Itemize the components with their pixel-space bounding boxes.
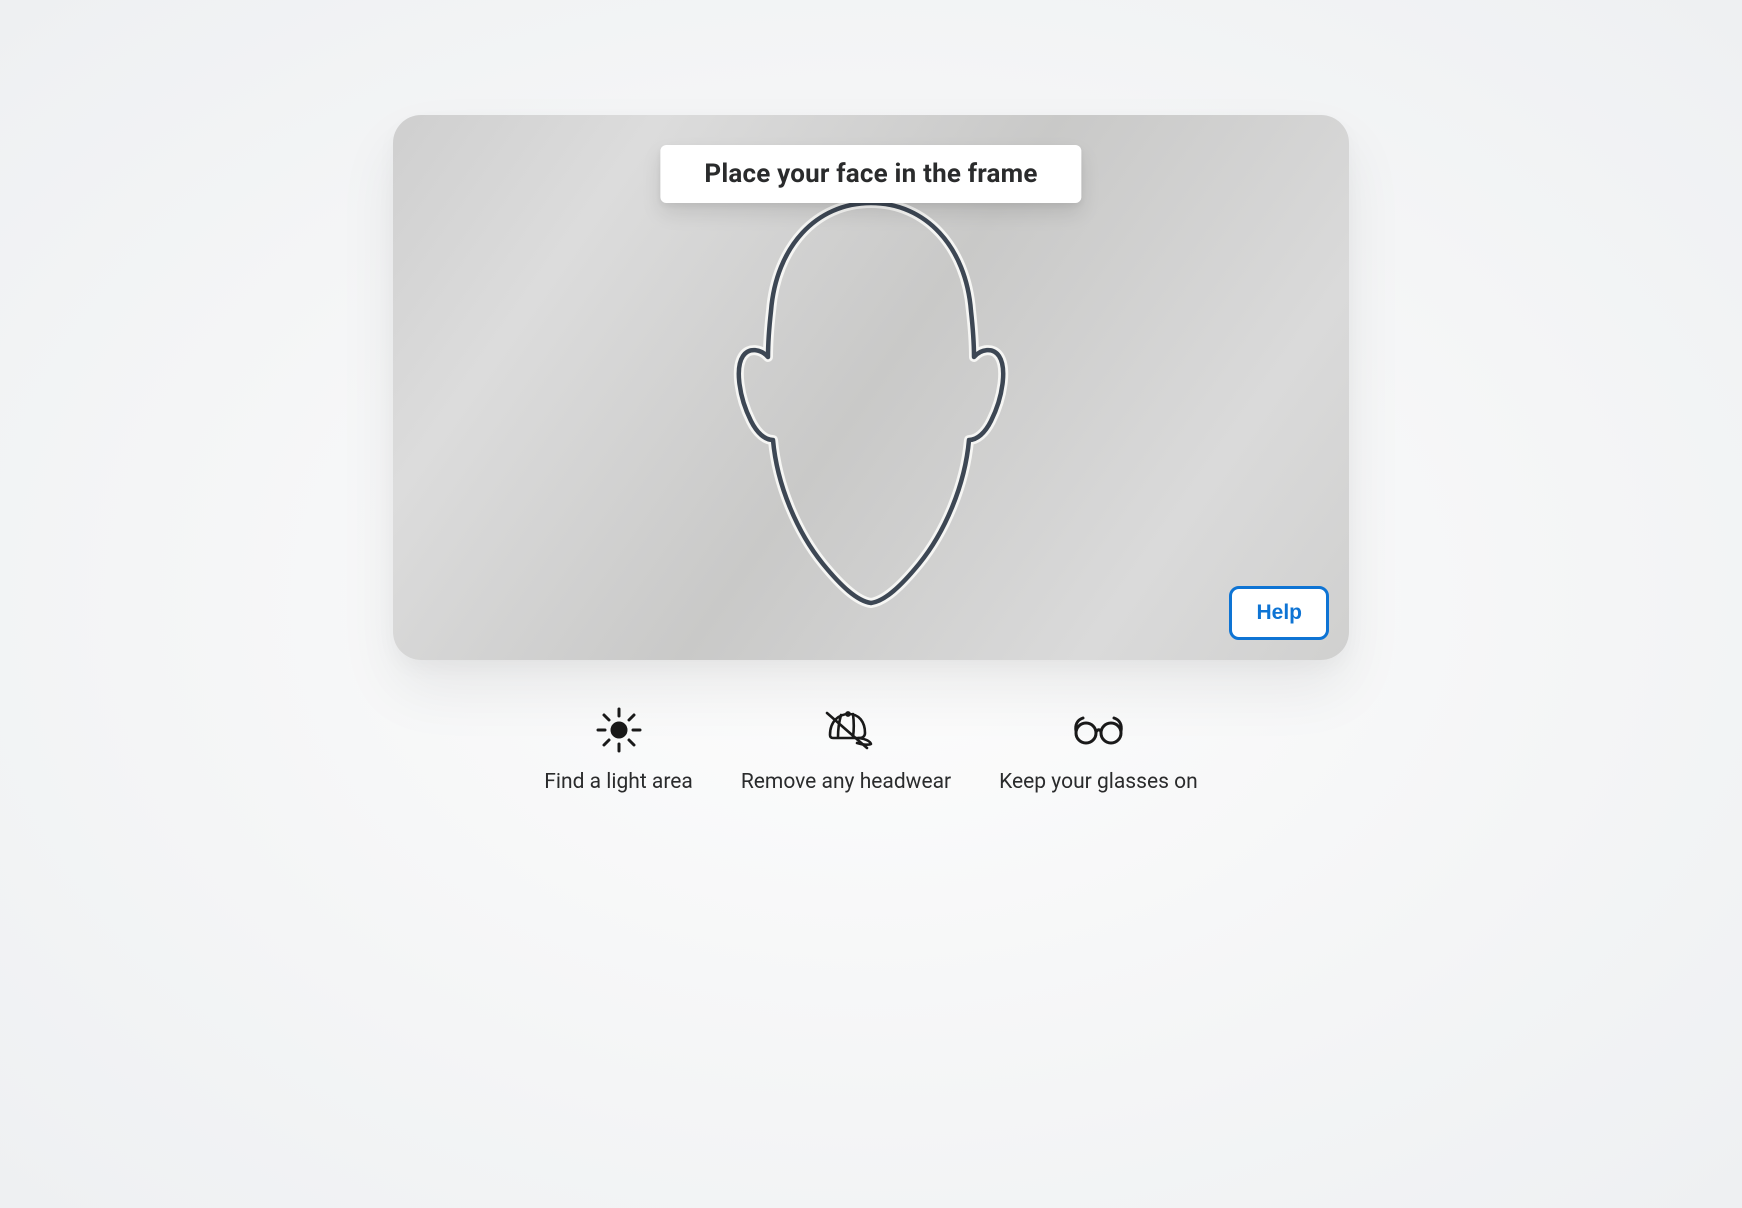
tip-label: Remove any headwear xyxy=(741,770,951,794)
face-outline-icon xyxy=(721,199,1021,614)
sun-icon xyxy=(591,708,647,752)
tip-label: Find a light area xyxy=(544,770,693,794)
tip-label: Keep your glasses on xyxy=(999,770,1198,794)
help-button[interactable]: Help xyxy=(1229,586,1329,640)
tips-row: Find a light area Remove any headwear xyxy=(544,708,1197,794)
glasses-icon xyxy=(1070,708,1126,752)
help-button-label: Help xyxy=(1256,601,1302,624)
tip-item: Find a light area xyxy=(544,708,693,794)
no-hat-icon xyxy=(818,708,874,752)
camera-panel: Place your face in the frame Help xyxy=(393,115,1349,660)
tip-item: Remove any headwear xyxy=(741,708,951,794)
instruction-bubble: Place your face in the frame xyxy=(660,145,1081,203)
tip-item: Keep your glasses on xyxy=(999,708,1198,794)
instruction-text: Place your face in the frame xyxy=(704,159,1037,189)
face-outline xyxy=(721,199,1021,614)
